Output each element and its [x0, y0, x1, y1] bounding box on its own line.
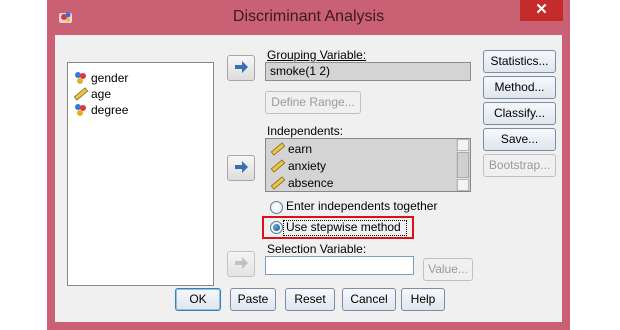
list-item[interactable]: anxiety [270, 157, 326, 173]
define-range-button[interactable]: Define Range... [265, 91, 361, 114]
list-item[interactable]: gender [73, 69, 128, 85]
move-to-selection-button[interactable] [227, 251, 255, 277]
scale-icon [270, 159, 286, 173]
variable-label: degree [91, 102, 129, 117]
help-button[interactable]: Help [401, 288, 445, 311]
nominal-icon [73, 71, 89, 85]
paste-button[interactable]: Paste [230, 288, 276, 311]
scroll-up-icon[interactable] [457, 139, 469, 151]
move-to-independents-button[interactable] [227, 155, 255, 181]
grouping-variable-value: smoke(1 2) [270, 64, 331, 78]
window-title: Discriminant Analysis [232, 8, 385, 25]
list-item[interactable]: age [73, 85, 111, 101]
source-variable-list[interactable]: gender age degree [67, 62, 214, 286]
grouping-variable-label: Grouping Variable: [267, 48, 367, 62]
stepwise-label[interactable]: Use stepwise method [286, 220, 401, 234]
classify-button[interactable]: Classify... [483, 102, 556, 125]
variable-label: absence [288, 175, 334, 190]
nominal-icon [73, 103, 89, 117]
grouping-variable-field[interactable]: smoke(1 2) [265, 62, 471, 81]
method-button[interactable]: Method... [483, 76, 556, 99]
independents-scrollbar[interactable] [456, 139, 469, 191]
scroll-down-icon[interactable] [457, 179, 469, 191]
title-bar: Discriminant Analysis ✕ [47, 0, 570, 34]
arrow-right-icon [235, 61, 248, 73]
enter-together-radio[interactable] [270, 201, 283, 214]
selection-variable-field[interactable] [265, 256, 414, 275]
cancel-button[interactable]: Cancel [342, 288, 396, 311]
statistics-button[interactable]: Statistics... [483, 50, 556, 73]
independents-label: Independents: [267, 124, 344, 138]
ok-button[interactable]: OK [175, 288, 221, 311]
arrow-right-icon [235, 257, 248, 269]
scale-icon [270, 176, 286, 190]
variable-label: earn [288, 141, 313, 156]
scroll-thumb[interactable] [457, 152, 469, 178]
save-button[interactable]: Save... [483, 128, 556, 151]
list-item[interactable]: absence [270, 174, 333, 190]
selection-variable-label: Selection Variable: [267, 242, 367, 256]
value-button[interactable]: Value... [423, 258, 473, 281]
variable-label: gender [91, 70, 129, 85]
arrow-right-icon [235, 161, 248, 173]
enter-together-label[interactable]: Enter independents together [286, 199, 437, 213]
scale-icon [73, 87, 89, 101]
dialog-window: Discriminant Analysis ✕ gender age degre… [47, 0, 570, 330]
independents-list[interactable]: earn anxiety absence [265, 138, 471, 192]
scale-icon [270, 142, 286, 156]
list-item[interactable]: earn [270, 140, 312, 156]
stepwise-radio[interactable] [270, 221, 283, 234]
reset-button[interactable]: Reset [285, 288, 335, 311]
close-button[interactable]: ✕ [520, 0, 563, 21]
bootstrap-button[interactable]: Bootstrap... [483, 154, 556, 177]
dialog-body: gender age degree Grouping Variable: smo… [55, 35, 562, 322]
move-to-grouping-button[interactable] [227, 55, 255, 81]
list-item[interactable]: degree [73, 101, 128, 117]
variable-label: age [91, 86, 112, 101]
variable-label: anxiety [288, 158, 327, 173]
